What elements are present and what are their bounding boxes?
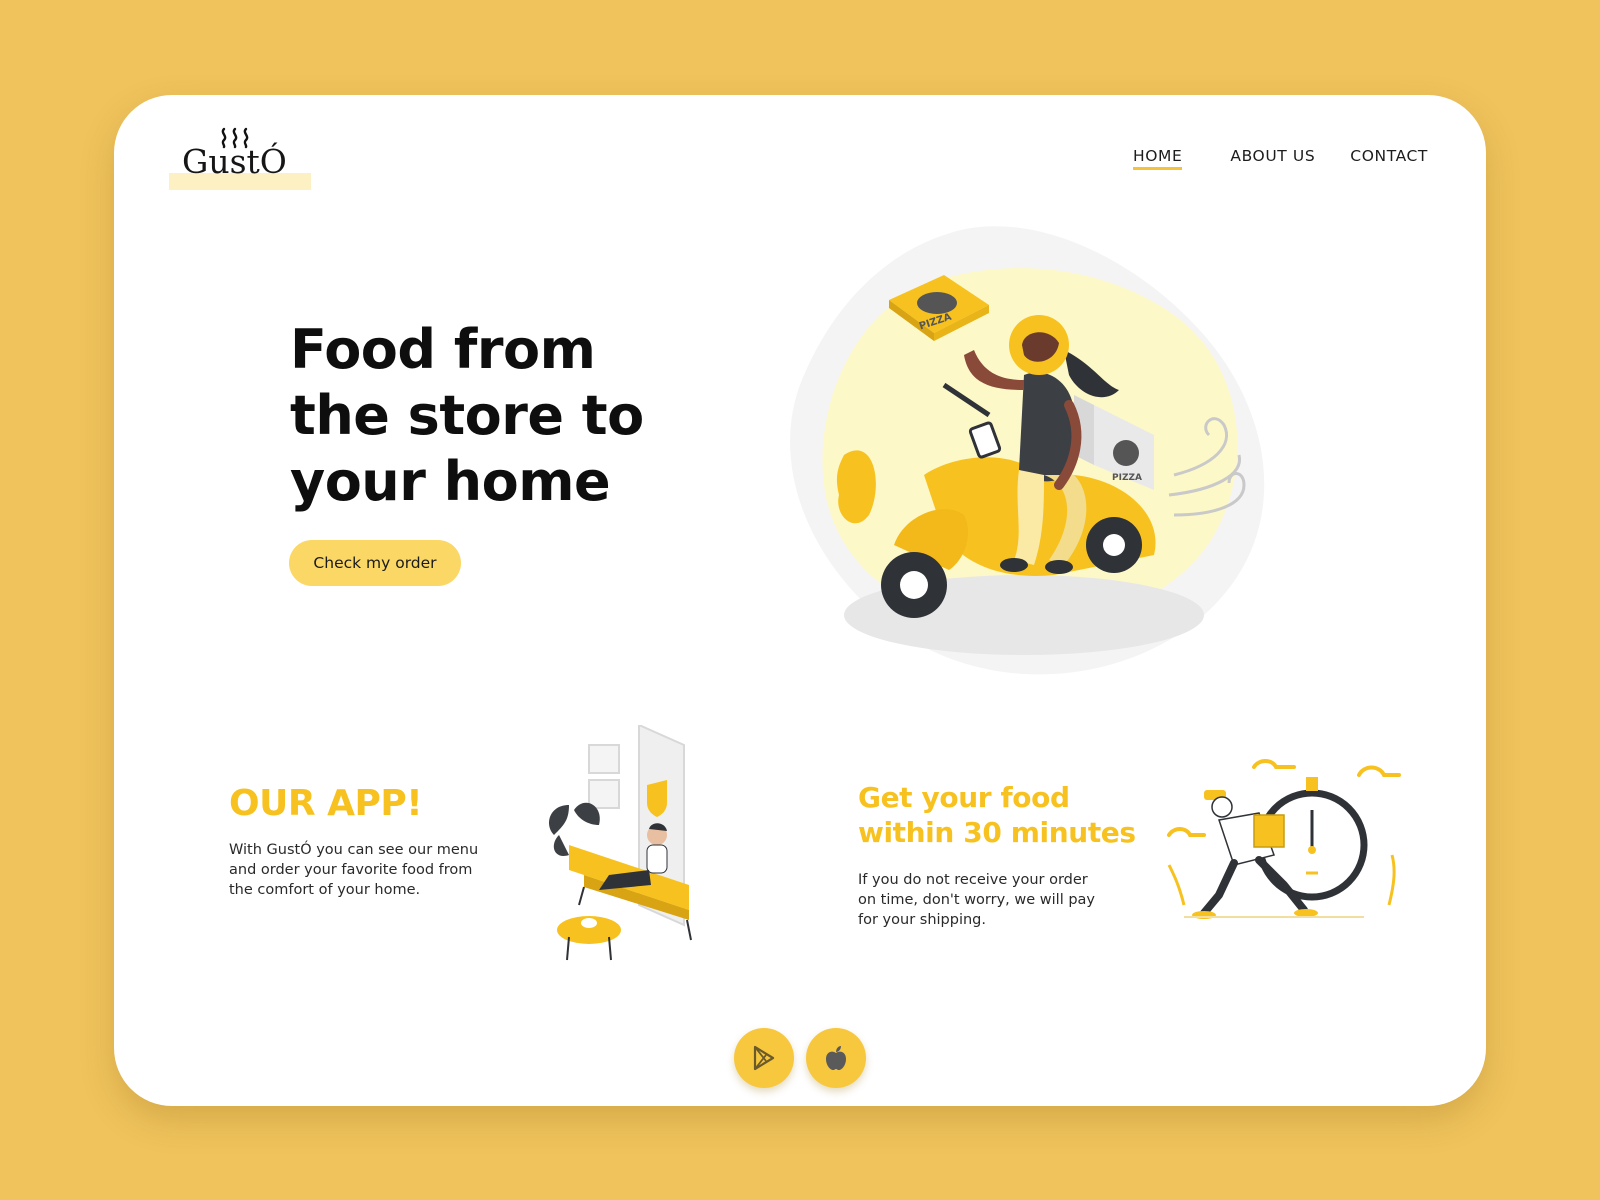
main-nav: HOME ABOUT US CONTACT xyxy=(1132,147,1428,170)
nav-item-contact[interactable]: CONTACT xyxy=(1350,147,1428,170)
rear-box-label: PIZZA xyxy=(1112,473,1142,483)
app-store-button[interactable] xyxy=(806,1028,866,1088)
nav-item-about-us[interactable]: ABOUT US xyxy=(1230,147,1315,170)
app-section-text: With GustÓ you can see our menu and orde… xyxy=(229,842,479,898)
brand-logo[interactable]: GustÓ xyxy=(169,127,311,190)
scooter-delivery-illustration: PIZZA PIZZA xyxy=(790,226,1265,675)
courier-stopwatch-illustration xyxy=(1167,759,1401,919)
logo-text: GustÓ xyxy=(182,142,287,181)
landing-card: GustÓ HOME ABOUT US CONTACT Food from th… xyxy=(114,95,1486,1106)
couch-phone-illustration xyxy=(549,725,692,961)
delivery-section-title: Get your food within 30 minutes xyxy=(858,781,1136,849)
nav-item-home[interactable]: HOME xyxy=(1132,147,1183,170)
delivery-section-text: If you do not receive your order on time… xyxy=(858,872,1096,928)
apple-icon xyxy=(826,1046,846,1070)
app-section-title: OUR APP! xyxy=(229,783,423,824)
check-order-button[interactable]: Check my order xyxy=(289,540,461,586)
hero-title: Food from the store to your home xyxy=(290,318,644,513)
google-play-icon xyxy=(753,1045,775,1071)
google-play-button[interactable] xyxy=(734,1028,794,1088)
